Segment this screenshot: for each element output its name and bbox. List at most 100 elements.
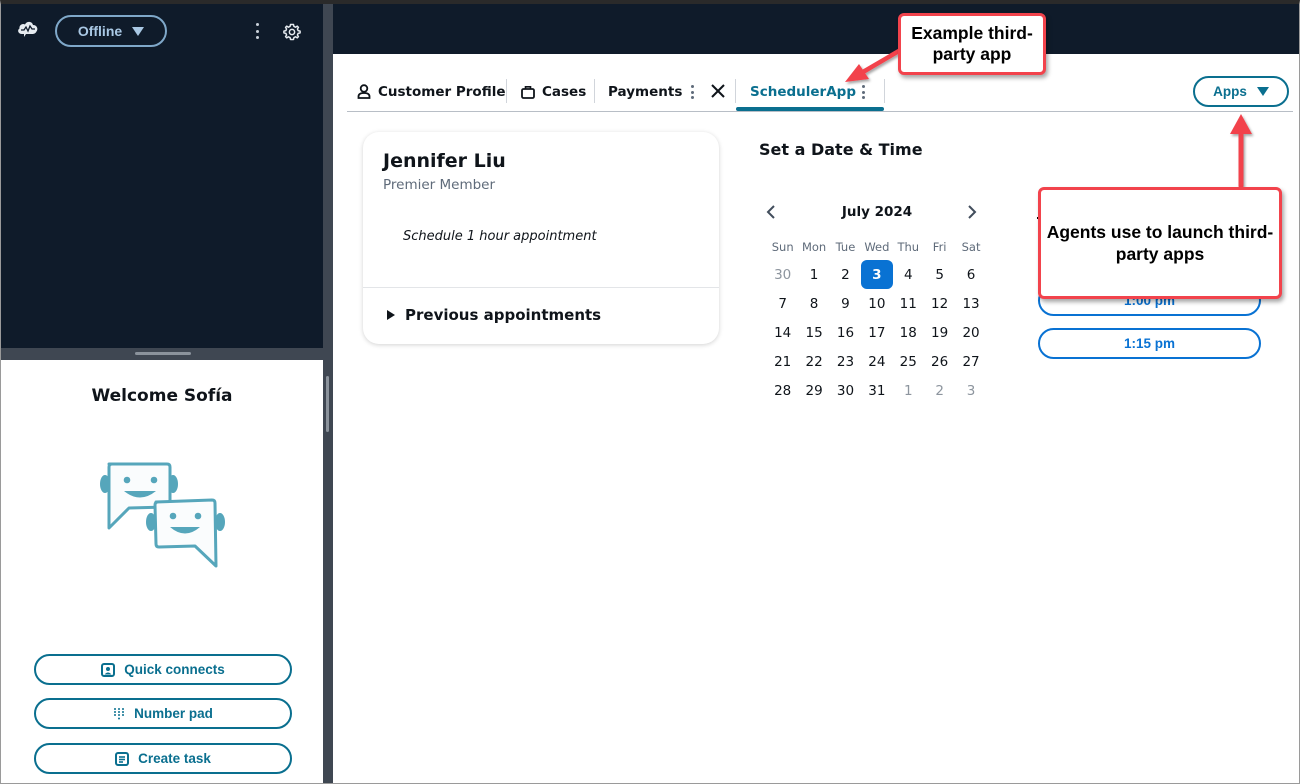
calendar-day[interactable]: 22 — [798, 347, 829, 376]
calendar-day[interactable]: 17 — [861, 318, 892, 347]
calendar-month-label: July 2024 — [841, 204, 913, 220]
dialpad-icon — [114, 707, 125, 719]
close-icon[interactable] — [710, 83, 726, 99]
calendar-day[interactable]: 2 — [830, 260, 861, 289]
calendar-day[interactable]: 23 — [830, 347, 861, 376]
calendar-day[interactable]: 16 — [830, 318, 861, 347]
panel-resize-handle[interactable] — [1, 348, 323, 360]
calendar-day[interactable]: 5 — [924, 260, 955, 289]
calendar-day[interactable]: 18 — [893, 318, 924, 347]
contact-card-icon — [101, 662, 116, 677]
calendar-day-number: 2 — [841, 266, 850, 283]
calendar-day[interactable]: 6 — [955, 260, 986, 289]
calendar-day[interactable]: 12 — [924, 289, 955, 318]
app-tabs: Customer Profile Cases Payments Schedule… — [347, 72, 1293, 112]
calendar-day[interactable]: 30 — [767, 260, 798, 289]
calendar-day[interactable]: 7 — [767, 289, 798, 318]
tab-scheduler-app[interactable]: SchedulerApp — [750, 72, 856, 111]
gear-icon[interactable] — [283, 23, 301, 41]
calendar-day[interactable]: 28 — [767, 376, 798, 405]
calendar-day[interactable]: 21 — [767, 347, 798, 376]
appointment-note: Schedule 1 hour appointment — [403, 229, 597, 244]
tab-customer-profile[interactable]: Customer Profile — [357, 72, 505, 111]
quick-connects-button[interactable]: Quick connects — [34, 654, 292, 685]
column-resize-handle[interactable] — [323, 4, 333, 783]
calendar-day[interactable]: 31 — [861, 376, 892, 405]
calendar-day-number: 1 — [809, 266, 819, 283]
create-task-label: Create task — [138, 751, 211, 766]
calendar-day-number: 4 — [903, 266, 913, 283]
calendar-day[interactable]: 14 — [767, 318, 798, 347]
calendar-day-number: 24 — [868, 353, 886, 370]
calendar-day[interactable]: 30 — [830, 376, 861, 405]
calendar-day[interactable]: 27 — [955, 347, 986, 376]
agent-status-dropdown[interactable]: Offline — [55, 15, 167, 47]
time-slot-button[interactable]: 1:15 pm — [1038, 328, 1261, 359]
previous-appointments-label: Previous appointments — [405, 306, 602, 324]
quick-connects-label: Quick connects — [124, 662, 225, 677]
weekday-label: Fri — [932, 240, 947, 254]
calendar-day[interactable]: 15 — [798, 318, 829, 347]
apps-button-label: Apps — [1213, 84, 1247, 99]
calendar-day[interactable]: 3 — [955, 376, 986, 405]
calendar-day-number: 30 — [774, 266, 792, 283]
weekday-label: Wed — [864, 240, 890, 254]
workspace-header — [333, 4, 1299, 54]
calendar-day-number: 26 — [931, 353, 949, 370]
calendar-day[interactable]: 1 — [893, 376, 924, 405]
customer-card: Jennifer Liu Premier Member Schedule 1 h… — [363, 132, 719, 344]
weekday-label: Mon — [801, 240, 827, 254]
calendar-day-number: 15 — [805, 324, 823, 341]
calendar-day[interactable]: 8 — [798, 289, 829, 318]
tab-cases[interactable]: Cases — [521, 72, 586, 111]
calendar-day-number: 16 — [836, 324, 855, 341]
tab-cases-label: Cases — [542, 83, 587, 100]
apps-dropdown-button[interactable]: Apps — [1193, 76, 1289, 107]
calendar-day[interactable]: 2 — [924, 376, 955, 405]
calendar-day-number: 28 — [774, 382, 792, 399]
calendar-day[interactable]: 19 — [924, 318, 955, 347]
calendar-day-number: 9 — [841, 295, 850, 312]
weekday-label: Thu — [897, 240, 920, 254]
calendar-day[interactable]: 13 — [955, 289, 986, 318]
cloud-pulse-icon — [18, 21, 38, 37]
calendar-day-number: 19 — [931, 324, 949, 341]
active-tab-indicator — [736, 107, 884, 111]
calendar-day[interactable]: 4 — [893, 260, 924, 289]
chat-bubbles-smiley-icon — [100, 462, 225, 568]
caret-down-icon — [132, 26, 145, 36]
tab-divider — [594, 79, 595, 103]
calendar-day-number: 7 — [778, 295, 787, 312]
calendar-day[interactable]: 29 — [798, 376, 829, 405]
calendar-day[interactable]: 25 — [893, 347, 924, 376]
calendar-day[interactable]: 24 — [861, 347, 892, 376]
calendar-day-number: 2 — [935, 382, 944, 399]
calendar-day-number: 27 — [962, 353, 980, 370]
calendar-day[interactable]: 20 — [955, 318, 986, 347]
user-icon — [357, 84, 371, 99]
kebab-icon[interactable] — [251, 20, 263, 42]
calendar-day-number: 25 — [899, 353, 917, 370]
calendar-day[interactable]: 1 — [798, 260, 829, 289]
calendar-day[interactable]: 10 — [861, 289, 892, 318]
calendar-day-number: 14 — [774, 324, 792, 341]
tab-payments-more-icon[interactable] — [688, 83, 696, 101]
create-task-button[interactable]: Create task — [34, 743, 292, 774]
tab-scheduler-more-icon[interactable] — [859, 83, 867, 101]
calendar-day[interactable]: 26 — [924, 347, 955, 376]
calendar-day-number: 13 — [962, 295, 980, 312]
calendar-day-number: 1 — [903, 382, 913, 399]
calendar-day[interactable]: 9 — [830, 289, 861, 318]
tab-payments[interactable]: Payments — [608, 72, 682, 111]
calendar-day-number: 6 — [966, 266, 976, 283]
next-month-button[interactable] — [961, 198, 983, 226]
previous-appointments-toggle[interactable]: Previous appointments — [387, 306, 601, 324]
calendar-day-number: 31 — [868, 382, 886, 399]
calendar-day-number: 22 — [805, 353, 823, 370]
calendar-day-selected[interactable]: 3 — [861, 260, 893, 289]
annotation-callout-scheduler: Example third-party app — [898, 13, 1046, 75]
calendar-day[interactable]: 11 — [893, 289, 924, 318]
calendar-day-number: 21 — [774, 353, 792, 370]
number-pad-button[interactable]: Number pad — [34, 698, 292, 729]
tab-divider — [506, 79, 507, 103]
